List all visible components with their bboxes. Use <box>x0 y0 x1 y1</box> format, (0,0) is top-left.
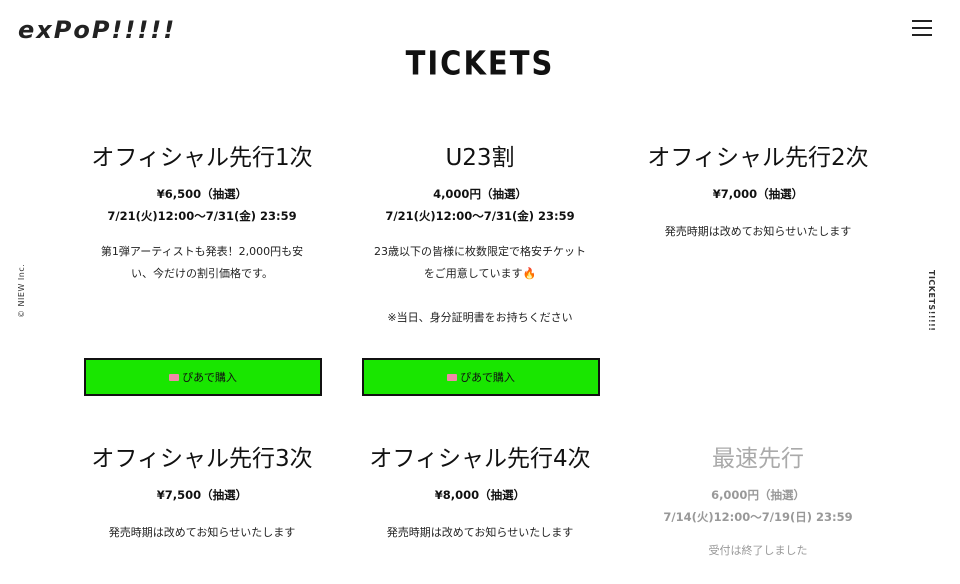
ticket-period: 7/21(火)12:00〜7/31(金) 23:59 <box>107 209 297 223</box>
ticket-description: 発売時期は改めてお知らせいたします <box>638 221 878 243</box>
ticket-description: 受付は終了しました <box>638 540 878 562</box>
ticket-period: 7/14(火)12:00〜7/19(日) 23:59 <box>663 510 853 524</box>
pia-purchase-button[interactable]: ぴあで購入 <box>84 358 322 396</box>
ticket-card-official-1: オフィシャル先行1次 ¥6,500（抽選） 7/21(火)12:00〜7/31(… <box>82 143 322 285</box>
ticket-card-official-3: オフィシャル先行3次 ¥7,500（抽選） 発売時期は改めてお知らせいたします <box>82 444 322 544</box>
ticket-description: 23歳以下の皆様に枚数限定で格安チケット をご用意しています🔥 ※当日、身分証明… <box>360 241 600 329</box>
ticket-price: ¥7,000（抽選） <box>712 187 804 201</box>
desc-line: 発売時期は改めてお知らせいたします <box>108 526 296 539</box>
ticket-title: オフィシャル先行2次 <box>647 145 869 171</box>
ticket-icon <box>169 373 180 381</box>
ticket-card-official-4: オフィシャル先行4次 ¥8,000（抽選） 発売時期は改めてお知らせいたします <box>360 444 600 544</box>
ticket-card-official-2: オフィシャル先行2次 ¥7,000（抽選） 発売時期は改めてお知らせいたします <box>638 143 878 243</box>
ticket-card-earliest: 最速先行 6,000円（抽選） 7/14(火)12:00〜7/19(日) 23:… <box>638 444 878 562</box>
desc-line: 発売時期は改めてお知らせいたします <box>386 526 574 539</box>
ticket-title: オフィシャル先行3次 <box>91 446 313 472</box>
ticket-title: 最速先行 <box>712 446 804 472</box>
desc-line: をご用意しています🔥 <box>423 267 537 280</box>
ticket-price: 4,000円（抽選） <box>433 187 527 201</box>
desc-line: 発売時期は改めてお知らせいたします <box>664 225 852 238</box>
page-title: TICKETS <box>405 43 555 83</box>
pia-purchase-button[interactable]: ぴあで購入 <box>362 358 600 396</box>
desc-line: 受付は終了しました <box>708 544 808 557</box>
ticket-price: ¥7,500（抽選） <box>156 488 248 502</box>
button-label: ぴあで購入 <box>182 371 237 384</box>
copyright-vertical: © NIEW Inc. <box>17 263 26 318</box>
desc-line: ※当日、身分証明書をお持ちください <box>387 311 573 324</box>
site-logo[interactable]: exPoP!!!!! <box>18 16 176 44</box>
ticket-title: オフィシャル先行4次 <box>369 446 591 472</box>
section-label-vertical: TICKETS!!!!! <box>927 270 936 332</box>
ticket-icon <box>447 373 458 381</box>
ticket-price: ¥8,000（抽選） <box>434 488 526 502</box>
button-label: ぴあで購入 <box>460 371 515 384</box>
ticket-price: ¥6,500（抽選） <box>156 187 248 201</box>
ticket-description: 第1弾アーティストも発表！2,000円も安 い、今だけの割引価格です。 <box>82 241 322 285</box>
ticket-description: 発売時期は改めてお知らせいたします <box>360 522 600 544</box>
ticket-description: 発売時期は改めてお知らせいたします <box>82 522 322 544</box>
desc-line <box>360 285 600 307</box>
ticket-title: オフィシャル先行1次 <box>91 145 313 171</box>
ticket-title: U23割 <box>445 145 515 171</box>
ticket-card-u23: U23割 4,000円（抽選） 7/21(火)12:00〜7/31(金) 23:… <box>360 143 600 329</box>
desc-line: い、今だけの割引価格です。 <box>131 267 273 280</box>
ticket-price: 6,000円（抽選） <box>711 488 805 502</box>
hamburger-menu-icon[interactable] <box>912 20 932 38</box>
desc-line: 23歳以下の皆様に枚数限定で格安チケット <box>374 245 586 258</box>
desc-line: 第1弾アーティストも発表！2,000円も安 <box>100 245 304 258</box>
ticket-period: 7/21(火)12:00〜7/31(金) 23:59 <box>385 209 575 223</box>
